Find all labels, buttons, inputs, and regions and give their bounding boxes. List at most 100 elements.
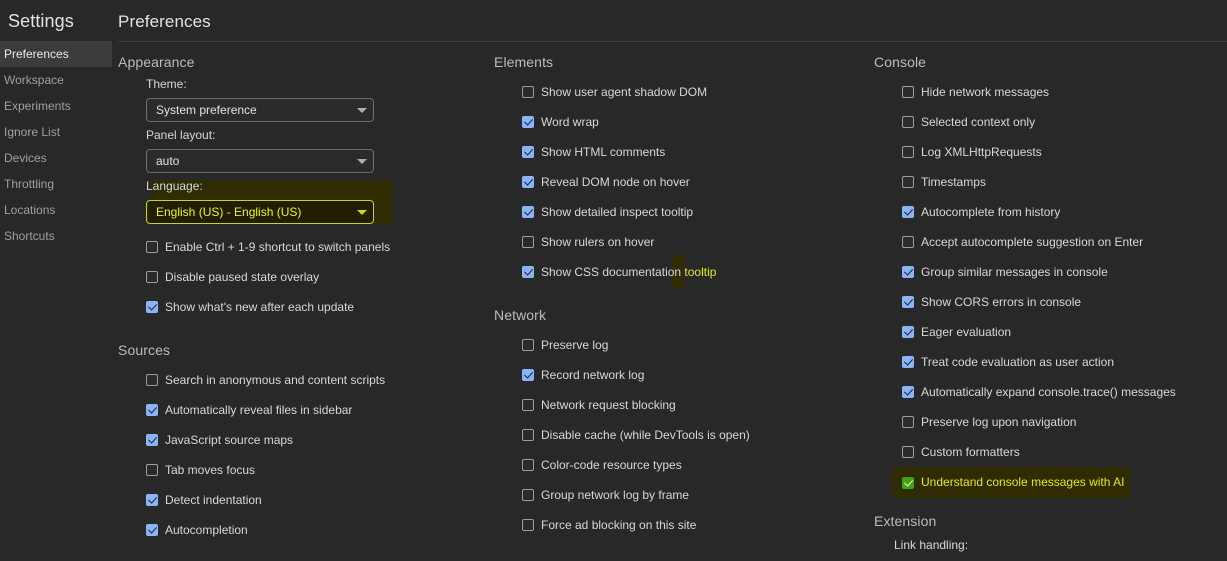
checkbox-tab-moves-focus[interactable]: Tab moves focus: [146, 455, 488, 485]
column-middle: Elements Show user agent shadow DOM Word…: [488, 48, 864, 561]
chevron-down-icon: [357, 209, 367, 215]
checkbox-log-xmlhttprequests[interactable]: Log XMLHttpRequests: [902, 137, 1227, 167]
checkbox-label: Record network log: [541, 367, 645, 382]
checkbox-show-cors-errors[interactable]: Show CORS errors in console: [902, 287, 1227, 317]
chevron-down-icon: [357, 107, 367, 113]
checkbox-show-html-comments[interactable]: Show HTML comments: [522, 137, 864, 167]
language-select[interactable]: English (US) - English (US): [146, 200, 374, 224]
checkbox-icon: [522, 519, 534, 531]
theme-select[interactable]: System preference: [146, 98, 374, 122]
checkbox-reveal-dom-node-on-hover[interactable]: Reveal DOM node on hover: [522, 167, 864, 197]
checkbox-checked-icon: [522, 206, 534, 218]
sidebar-item-label: Devices: [4, 151, 47, 165]
checkbox-eager-evaluation[interactable]: Eager evaluation: [902, 317, 1227, 347]
checkbox-icon: [146, 464, 158, 476]
settings-window: Settings Preferences Workspace Experimen…: [0, 0, 1227, 561]
page-title: Preferences: [118, 12, 211, 31]
sidebar-item-shortcuts[interactable]: Shortcuts: [0, 223, 112, 249]
checkbox-force-ad-blocking[interactable]: Force ad blocking on this site: [522, 510, 864, 540]
checkbox-detect-indentation[interactable]: Detect indentation: [146, 485, 488, 515]
checkbox-network-request-blocking[interactable]: Network request blocking: [522, 390, 864, 420]
checkbox-group-network-log-by-frame[interactable]: Group network log by frame: [522, 480, 864, 510]
checkbox-label: Show HTML comments: [541, 144, 666, 159]
checkbox-preserve-log[interactable]: Preserve log: [522, 330, 864, 360]
checkbox-checked-icon: [146, 494, 158, 506]
checkbox-word-wrap[interactable]: Word wrap: [522, 107, 864, 137]
checkbox-label-plain: Show CSS documentation: [541, 264, 685, 279]
sidebar-item-workspace[interactable]: Workspace: [0, 67, 112, 93]
checkbox-label: Eager evaluation: [921, 324, 1012, 339]
checkbox-checked-icon: [522, 146, 534, 158]
sidebar-item-label: Workspace: [4, 73, 64, 87]
checkbox-custom-formatters[interactable]: Custom formatters: [902, 437, 1227, 467]
section-body-console: Hide network messages Selected context o…: [874, 77, 1227, 498]
checkbox-auto-expand-console-trace[interactable]: Automatically expand console.trace() mes…: [902, 377, 1227, 407]
checkbox-icon: [902, 176, 914, 188]
panel-layout-select[interactable]: auto: [146, 149, 374, 173]
checkbox-show-user-agent-shadow-dom[interactable]: Show user agent shadow DOM: [522, 77, 864, 107]
checkbox-preserve-log-upon-navigation[interactable]: Preserve log upon navigation: [902, 407, 1227, 437]
checkbox-show-rulers-on-hover[interactable]: Show rulers on hover: [522, 227, 864, 257]
checkbox-checked-icon: [146, 434, 158, 446]
checkbox-icon: [902, 416, 914, 428]
checkbox-icon: [522, 399, 534, 411]
checkbox-disable-cache[interactable]: Disable cache (while DevTools is open): [522, 420, 864, 450]
sidebar-nav-list: Preferences Workspace Experiments Ignore…: [0, 41, 112, 249]
checkbox-label: Show CSS documentation tooltip: [541, 265, 716, 280]
sidebar-item-label: Ignore List: [4, 125, 61, 139]
checkbox-understand-console-messages-with-ai[interactable]: Understand console messages with AI: [892, 467, 1130, 498]
checkbox-label: Disable paused state overlay: [165, 269, 320, 284]
checkbox-icon: [902, 446, 914, 458]
checkbox-record-network-log[interactable]: Record network log: [522, 360, 864, 390]
link-handling-label: Link handling:: [894, 538, 969, 552]
sidebar-item-preferences[interactable]: Preferences: [0, 41, 112, 67]
checkbox-show-detailed-inspect-tooltip[interactable]: Show detailed inspect tooltip: [522, 197, 864, 227]
checkbox-icon: [146, 374, 158, 386]
checkbox-label: Automatically expand console.trace() mes…: [921, 384, 1176, 399]
sidebar-item-ignore-list[interactable]: Ignore List: [0, 119, 112, 145]
checkbox-checked-icon: [522, 116, 534, 128]
checkbox-accept-autocomplete-on-enter[interactable]: Accept autocomplete suggestion on Enter: [902, 227, 1227, 257]
checkbox-checked-icon: [902, 266, 914, 278]
checkbox-checked-icon: [902, 206, 914, 218]
checkbox-label: Group similar messages in console: [921, 264, 1108, 279]
checkbox-auto-reveal-files[interactable]: Automatically reveal files in sidebar: [146, 395, 488, 425]
checkbox-search-anonymous-scripts[interactable]: Search in anonymous and content scripts: [146, 365, 488, 395]
checkbox-label: JavaScript source maps: [165, 432, 294, 447]
section-title-network: Network: [494, 307, 547, 323]
column-right: Console Hide network messages Selected c…: [864, 48, 1227, 561]
checkbox-autocomplete-from-history[interactable]: Autocomplete from history: [902, 197, 1227, 227]
checkbox-label: Accept autocomplete suggestion on Enter: [921, 234, 1144, 249]
checkbox-treat-code-evaluation-as-user-action[interactable]: Treat code evaluation as user action: [902, 347, 1227, 377]
checkbox-label: Show what's new after each update: [165, 299, 355, 314]
checkbox-checked-icon: [146, 404, 158, 416]
checkbox-timestamps[interactable]: Timestamps: [902, 167, 1227, 197]
sidebar-item-devices[interactable]: Devices: [0, 145, 112, 171]
checkbox-color-code-resource-types[interactable]: Color-code resource types: [522, 450, 864, 480]
checkbox-hide-network-messages[interactable]: Hide network messages: [902, 77, 1227, 107]
panel-layout-label: Panel layout:: [146, 128, 216, 142]
checkbox-label-highlighted: tooltip: [684, 264, 717, 279]
checkbox-autocompletion[interactable]: Autocompletion: [146, 515, 488, 545]
checkbox-selected-context-only[interactable]: Selected context only: [902, 107, 1227, 137]
sidebar-item-throttling[interactable]: Throttling: [0, 171, 112, 197]
sidebar-item-experiments[interactable]: Experiments: [0, 93, 112, 119]
checkbox-enable-ctrl-shortcut[interactable]: Enable Ctrl + 1-9 shortcut to switch pan…: [146, 232, 488, 262]
checkbox-label: Tab moves focus: [165, 462, 256, 477]
checkbox-group-similar-messages[interactable]: Group similar messages in console: [902, 257, 1227, 287]
checkbox-label: Autocomplete from history: [921, 204, 1061, 219]
checkbox-javascript-source-maps[interactable]: JavaScript source maps: [146, 425, 488, 455]
checkbox-label: Show CORS errors in console: [921, 294, 1082, 309]
sidebar-item-label: Locations: [4, 203, 56, 217]
checkbox-checked-icon: [522, 266, 534, 278]
theme-select-value: System preference: [156, 103, 257, 117]
checkbox-show-whats-new[interactable]: Show what's new after each update: [146, 292, 488, 322]
language-field-group: Language: English (US) - English (US): [146, 179, 488, 224]
sidebar-item-locations[interactable]: Locations: [0, 197, 112, 223]
section-body-appearance: Theme: System preference Panel layout: a…: [118, 77, 488, 322]
checkbox-label: Show rulers on hover: [541, 234, 655, 249]
checkbox-checked-icon: [902, 476, 914, 489]
checkbox-label: Custom formatters: [921, 444, 1020, 459]
checkbox-disable-paused-state-overlay[interactable]: Disable paused state overlay: [146, 262, 488, 292]
checkbox-show-css-documentation-tooltip[interactable]: Show CSS documentation tooltip: [522, 255, 864, 288]
